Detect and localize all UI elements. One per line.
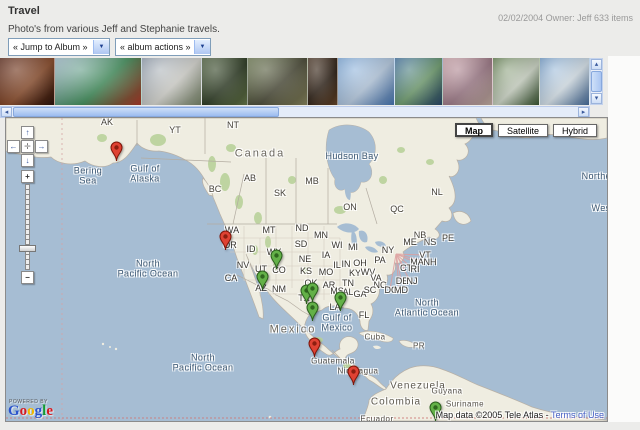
zoom-in-button[interactable]: +	[21, 170, 34, 183]
thumbnail-waterfall[interactable]	[493, 58, 540, 105]
map-marker-green-pin[interactable]	[306, 301, 319, 322]
vertical-scroll-thumb[interactable]	[591, 71, 602, 92]
map-attribution: Map data ©2005 Tele Atlas - Terms of Use	[436, 410, 604, 420]
page-gutter	[608, 56, 640, 422]
map-marker-red-pin[interactable]	[219, 230, 232, 251]
map-type-map-button[interactable]: Map	[455, 123, 493, 137]
chevron-down-icon: ▼	[194, 40, 210, 54]
pan-down-icon[interactable]: ↓	[21, 154, 34, 167]
map-geography	[6, 118, 607, 421]
album-meta: 02/02/2004 Owner: Jeff 633 items	[498, 13, 633, 23]
zoom-out-button[interactable]: −	[21, 271, 34, 284]
pan-right-icon[interactable]: →	[35, 140, 48, 153]
jump-to-album-value: « Jump to Album »	[9, 42, 88, 52]
page-title: Travel	[8, 5, 40, 17]
pan-up-icon[interactable]: ↑	[21, 126, 34, 139]
album-actions-select[interactable]: « album actions » ▼	[115, 38, 211, 56]
thumbnail-person-closeup[interactable]	[308, 58, 338, 105]
map-marker-red-pin[interactable]	[308, 337, 321, 358]
thumbnail-vertical-scrollbar: ▴ ▾	[590, 58, 603, 105]
thumbnail-lake-canoes[interactable]	[395, 58, 443, 105]
google-logo-letter: G	[8, 403, 20, 419]
scroll-right-button[interactable]: ▸	[578, 107, 589, 117]
horizontal-scroll-thumb[interactable]	[13, 107, 279, 117]
google-logo-text: Google	[8, 403, 53, 420]
pan-left-icon[interactable]: ←	[7, 140, 20, 153]
album-actions-value: « album actions »	[116, 42, 191, 52]
map-viewport[interactable]: Bering SeaGulf of AlaskaHudson BayNorth …	[5, 117, 608, 422]
thumbnail-pond-rocks[interactable]	[248, 58, 308, 105]
thumbnail-market-pottery[interactable]	[0, 58, 55, 105]
map-marker-green-pin[interactable]	[306, 282, 319, 303]
attribution-text: Map data ©2005 Tele Atlas -	[436, 410, 551, 420]
map-marker-red-pin[interactable]	[110, 141, 123, 162]
chevron-down-icon: ▼	[93, 40, 109, 54]
pan-center-icon[interactable]: ✛	[21, 140, 34, 153]
map-type-buttons: Map Satellite Hybrid	[455, 124, 597, 137]
map-marker-red-pin[interactable]	[347, 365, 360, 386]
page-subtitle: Photo's from various Jeff and Stephanie …	[8, 24, 220, 35]
map-type-satellite-button[interactable]: Satellite	[498, 124, 548, 137]
scroll-left-button[interactable]: ◂	[1, 107, 12, 117]
thumbnail-strip	[0, 58, 590, 105]
jump-to-album-select[interactable]: « Jump to Album » ▼	[8, 38, 110, 56]
scroll-down-button[interactable]: ▾	[591, 93, 602, 104]
gallery-page: Travel Photo's from various Jeff and Ste…	[0, 0, 640, 430]
thumbnail-hazy-pink-trees[interactable]	[443, 58, 493, 105]
thumbnail-monument-sky[interactable]	[338, 58, 395, 105]
map-marker-green-pin[interactable]	[256, 270, 269, 291]
terms-of-use-link[interactable]: Terms of Use	[551, 410, 604, 420]
map-type-hybrid-button[interactable]: Hybrid	[553, 124, 597, 137]
map-marker-green-pin[interactable]	[270, 249, 283, 270]
zoom-slider-handle[interactable]	[19, 245, 36, 252]
thumbnail-garden-tree[interactable]	[202, 58, 248, 105]
thumbnail-mountain-clouds[interactable]	[540, 58, 590, 105]
google-logo-letter: e	[46, 403, 53, 419]
thumbnail-dragon-sculpture[interactable]	[55, 58, 142, 105]
thumbnail-church-facade[interactable]	[142, 58, 202, 105]
google-logo-letter: o	[27, 403, 35, 419]
scroll-up-button[interactable]: ▴	[591, 59, 602, 70]
map-marker-green-pin[interactable]	[334, 291, 347, 312]
zoom-slider-track	[25, 184, 30, 270]
